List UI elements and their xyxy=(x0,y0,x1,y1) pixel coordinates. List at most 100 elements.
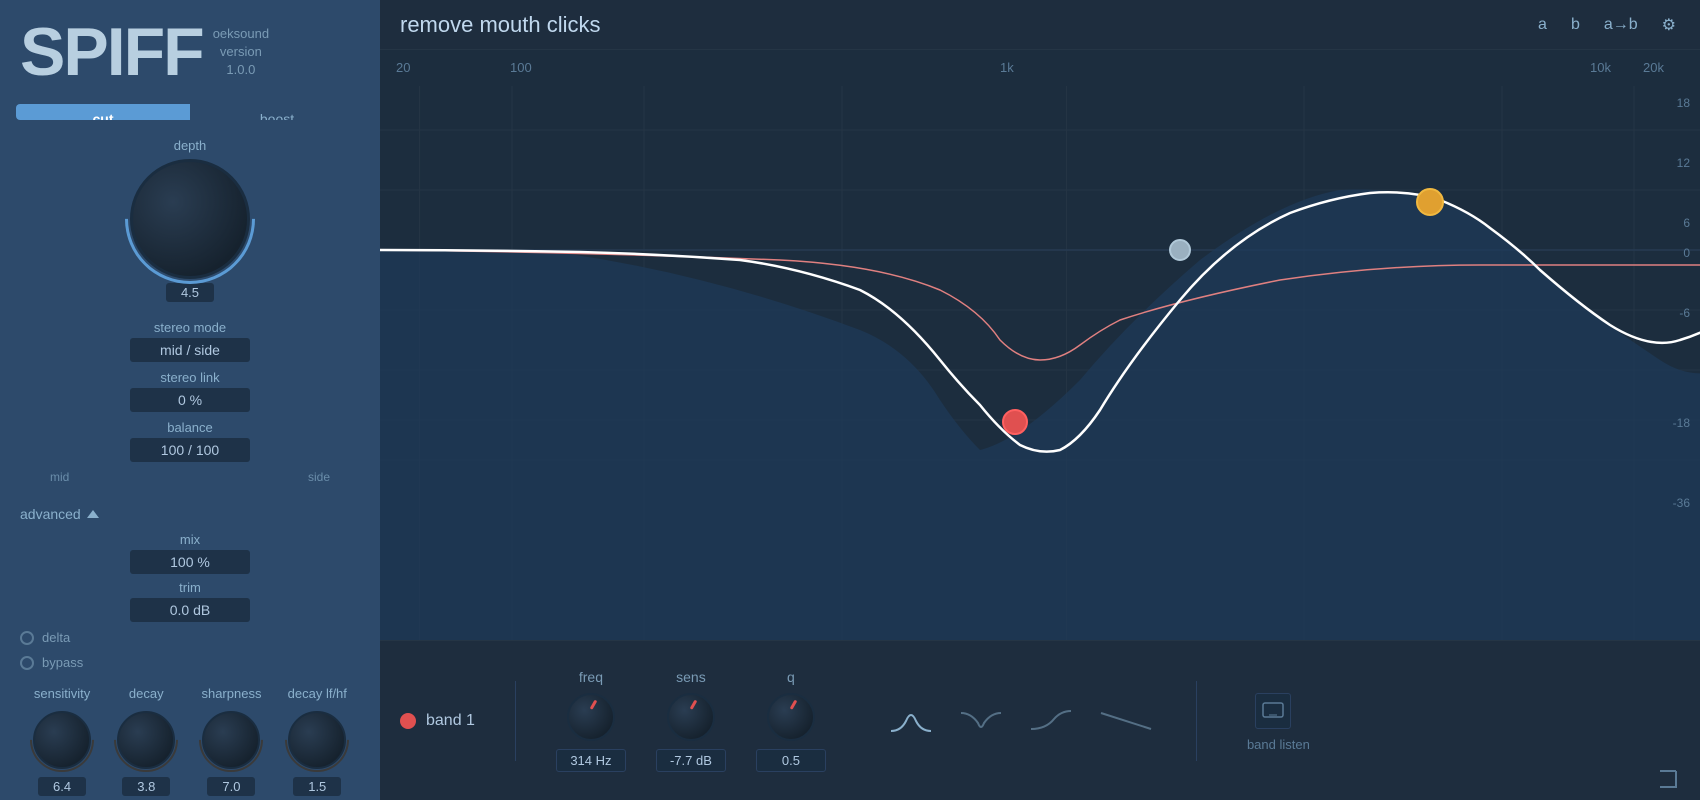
copy-ab-button[interactable]: a→b xyxy=(1600,14,1642,36)
q-knob[interactable] xyxy=(767,693,815,741)
stereo-mode-control: stereo mode mid / side xyxy=(20,320,360,362)
mini-display-icon xyxy=(1261,701,1285,721)
divider-1 xyxy=(515,681,516,761)
freq-label-10k: 10k xyxy=(1590,60,1611,75)
decay-lf-hf-knob[interactable] xyxy=(288,711,346,769)
delta-radio[interactable] xyxy=(20,631,34,645)
band-listen-label: band listen xyxy=(1247,737,1310,752)
advanced-label: advanced xyxy=(20,506,81,522)
depth-section: depth 4.5 xyxy=(0,128,380,308)
band-indicator: band 1 xyxy=(400,712,475,730)
logo-area: SPIFF oeksound version 1.0.0 xyxy=(0,0,380,96)
db-label-0: 0 xyxy=(1683,246,1690,260)
sensitivity-group: sensitivity 6.4 xyxy=(33,686,91,796)
balance-control: balance 100 / 100 xyxy=(20,420,360,462)
tab-cut[interactable]: cut xyxy=(16,104,190,120)
bypass-radio[interactable] xyxy=(20,656,34,670)
corner-arrow[interactable] xyxy=(1656,767,1680,796)
mid-side-row: mid side xyxy=(20,470,360,484)
filter-shape-notch[interactable] xyxy=(956,701,1006,741)
advanced-header[interactable]: advanced xyxy=(0,500,380,528)
preset-name: remove mouth clicks xyxy=(400,12,601,38)
bypass-row[interactable]: bypass xyxy=(20,653,360,672)
delta-row[interactable]: delta xyxy=(20,628,360,647)
mix-value[interactable]: 100 % xyxy=(130,550,250,574)
freq-label-20: 20 xyxy=(396,60,410,75)
decay-lf-hf-group: decay lf/hf 1.5 xyxy=(288,686,347,796)
filter-shape-tilt[interactable] xyxy=(1096,701,1156,741)
sharpness-value: 7.0 xyxy=(207,777,255,796)
stereo-mode-value[interactable]: mid / side xyxy=(130,338,250,362)
q-param: q 0.5 xyxy=(756,669,826,772)
tab-boost[interactable]: boost xyxy=(190,104,364,120)
sharpness-label: sharpness xyxy=(201,686,261,701)
mini-display[interactable] xyxy=(1255,693,1291,729)
version-label: version xyxy=(220,43,262,61)
band-point-1 xyxy=(1003,410,1027,434)
q-param-label: q xyxy=(787,669,795,685)
freq-param: freq 314 Hz xyxy=(556,669,626,772)
sens-knob[interactable] xyxy=(667,693,715,741)
trim-value[interactable]: 0.0 dB xyxy=(130,598,250,622)
filter-shapes xyxy=(886,701,1156,741)
band-name: band 1 xyxy=(426,712,475,730)
left-panel: SPIFF oeksound version 1.0.0 cut boost d… xyxy=(0,0,380,800)
main-area: remove mouth clicks a b a→b ⚙ xyxy=(380,0,1700,800)
mix-control: mix 100 % xyxy=(20,532,360,574)
preset-b-button[interactable]: b xyxy=(1567,14,1584,36)
stereo-controls: stereo mode mid / side stereo link 0 % b… xyxy=(0,308,380,496)
stereo-mode-label: stereo mode xyxy=(154,320,226,335)
sensitivity-knob[interactable] xyxy=(33,711,91,769)
depth-knob[interactable] xyxy=(130,159,250,279)
decay-knob[interactable] xyxy=(117,711,175,769)
decay-group: decay 3.8 xyxy=(117,686,175,796)
freq-param-label: freq xyxy=(579,669,603,685)
freq-value: 314 Hz xyxy=(556,749,626,772)
eq-display[interactable]: 20 100 1k 10k 20k 18 12 6 0 -6 -18 -36 xyxy=(380,50,1700,640)
settings-button[interactable]: ⚙ xyxy=(1658,13,1680,37)
version-info: oeksound version 1.0.0 xyxy=(213,25,269,80)
stereo-link-value[interactable]: 0 % xyxy=(130,388,250,412)
trim-label: trim xyxy=(179,580,201,595)
mode-tabs: cut boost xyxy=(16,104,364,120)
db-label-neg6: -6 xyxy=(1679,306,1690,320)
filter-shape-high-shelf[interactable] xyxy=(1026,701,1076,741)
sensitivity-value: 6.4 xyxy=(38,777,86,796)
corner-arrow-icon xyxy=(1656,767,1680,791)
stereo-link-label: stereo link xyxy=(160,370,219,385)
side-label: side xyxy=(308,470,330,484)
freq-label-1k: 1k xyxy=(1000,60,1014,75)
sharpness-knob[interactable] xyxy=(202,711,260,769)
balance-value[interactable]: 100 / 100 xyxy=(130,438,250,462)
top-bar: remove mouth clicks a b a→b ⚙ xyxy=(380,0,1700,50)
brand-name: oeksound xyxy=(213,25,269,43)
sensitivity-label: sensitivity xyxy=(34,686,90,701)
stereo-link-control: stereo link 0 % xyxy=(20,370,360,412)
db-label-12: 12 xyxy=(1677,156,1690,170)
decay-value: 3.8 xyxy=(122,777,170,796)
advanced-controls: mix 100 % trim 0.0 dB delta bypass xyxy=(0,528,380,676)
sens-param-label: sens xyxy=(676,669,706,685)
band-panel: band 1 freq 314 Hz sens -7.7 dB q 0.5 xyxy=(380,640,1700,800)
advanced-toggle-icon xyxy=(87,510,99,518)
decay-label: decay xyxy=(129,686,164,701)
top-bar-right: a b a→b ⚙ xyxy=(1534,13,1680,37)
decay-lf-hf-value: 1.5 xyxy=(293,777,341,796)
band-point-2 xyxy=(1417,189,1443,215)
mix-label: mix xyxy=(180,532,200,547)
db-label-neg18: -18 xyxy=(1673,416,1690,430)
decay-lf-hf-label: decay lf/hf xyxy=(288,686,347,701)
sens-param: sens -7.7 dB xyxy=(656,669,726,772)
db-label-6: 6 xyxy=(1683,216,1690,230)
freq-knob[interactable] xyxy=(567,693,615,741)
mid-label: mid xyxy=(50,470,69,484)
preset-a-button[interactable]: a xyxy=(1534,14,1551,36)
band-listen-section: band listen xyxy=(1237,689,1310,752)
balance-label: balance xyxy=(167,420,213,435)
freq-label-20k: 20k xyxy=(1643,60,1664,75)
filter-shape-bell[interactable] xyxy=(886,701,936,741)
sens-value: -7.7 dB xyxy=(656,749,726,772)
version-number: 1.0.0 xyxy=(226,61,255,79)
bottom-knobs-row: sensitivity 6.4 decay 3.8 sharpness 7.0 … xyxy=(0,676,380,800)
divider-2 xyxy=(1196,681,1197,761)
